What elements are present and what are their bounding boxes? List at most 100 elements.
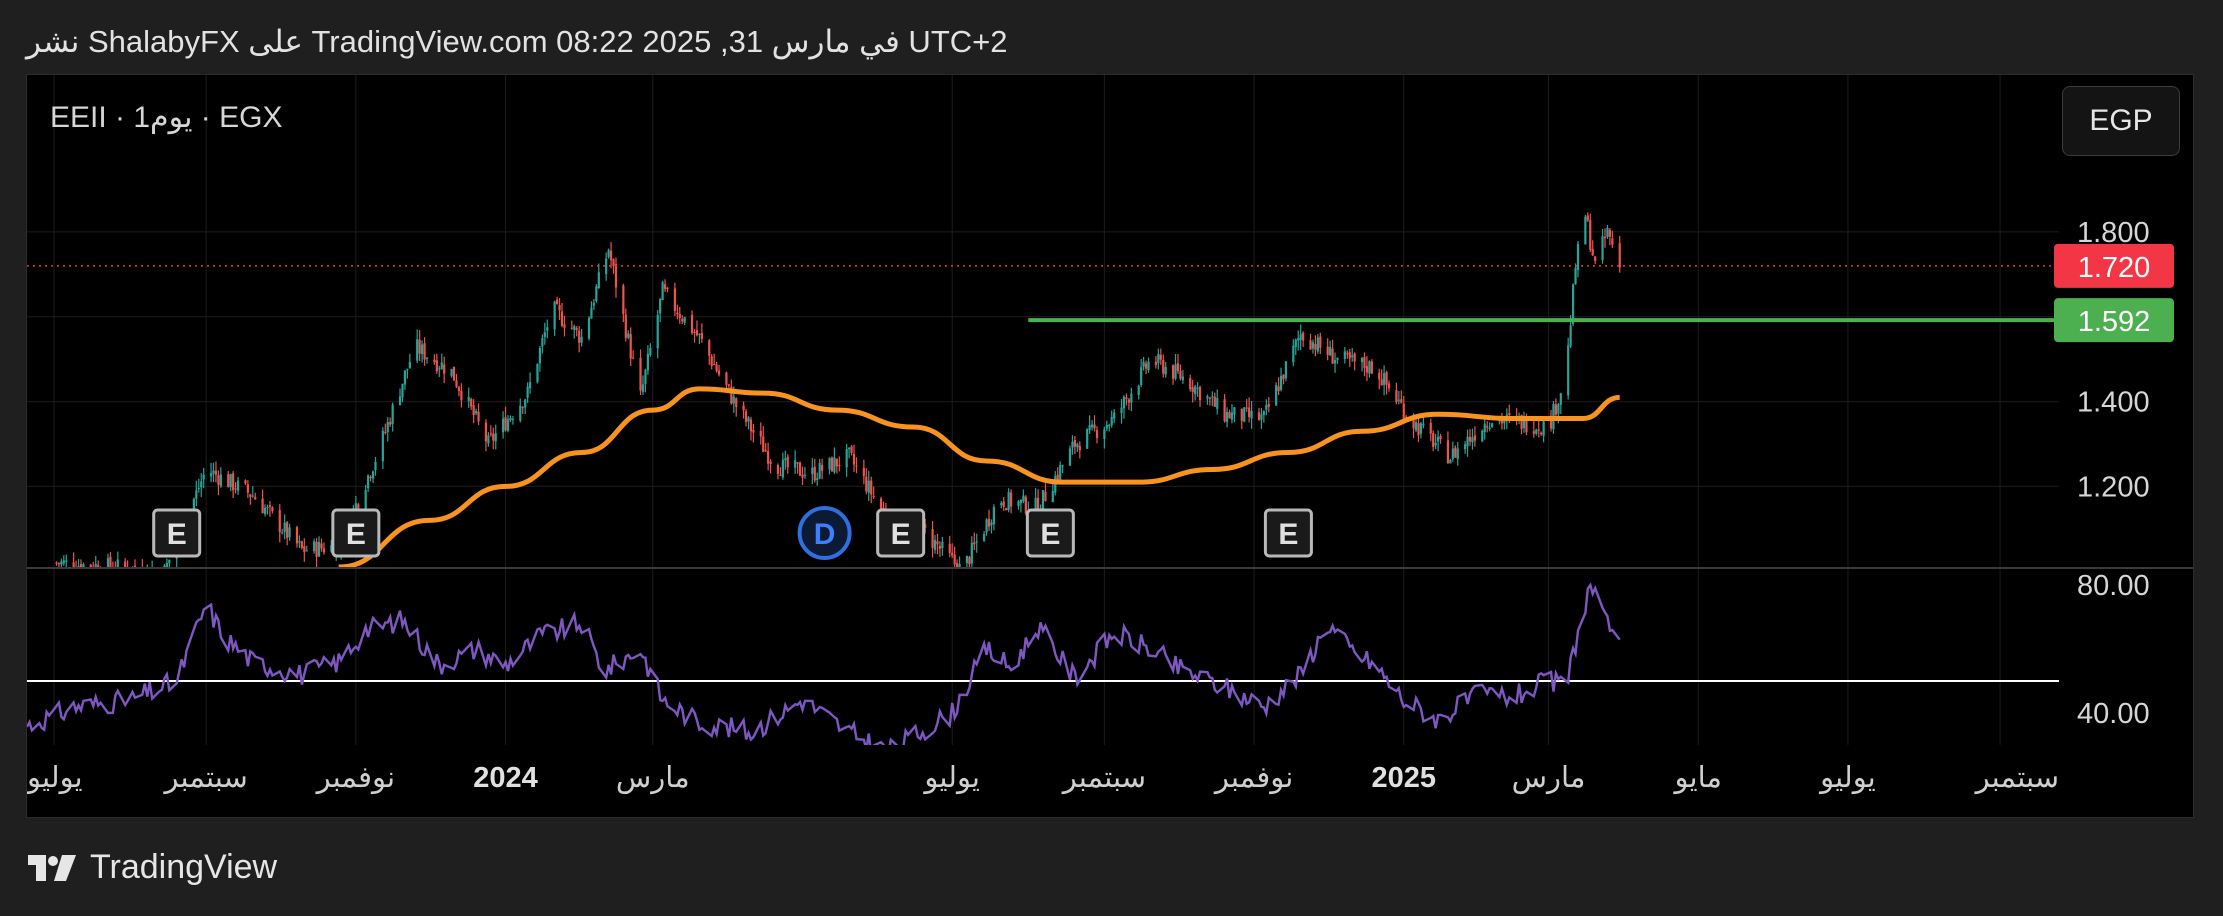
candle-body (369, 476, 372, 478)
earnings-marker[interactable]: E (1025, 508, 1075, 558)
candle (114, 561, 116, 567)
candle (1211, 391, 1214, 407)
candle (597, 263, 600, 289)
candle-body (100, 573, 102, 575)
candle-body (200, 481, 203, 488)
candle (1302, 331, 1305, 347)
candle (742, 401, 745, 419)
candle-body (700, 333, 703, 340)
candle-body (948, 544, 951, 553)
candle-body (467, 396, 470, 401)
earnings-marker[interactable]: E (876, 508, 926, 558)
candle-body (779, 474, 782, 476)
tradingview-footer[interactable]: TradingView (26, 848, 277, 887)
candle-body (698, 333, 701, 335)
candle (82, 562, 85, 567)
candle (1454, 445, 1457, 458)
candle-body (1041, 490, 1045, 511)
candle-body (1140, 367, 1143, 385)
candle (612, 258, 615, 274)
candle (987, 509, 991, 532)
candle-body (958, 564, 961, 567)
candle-body (423, 343, 426, 360)
candle-body (1586, 215, 1589, 221)
candle (1164, 361, 1167, 378)
candle (543, 322, 546, 345)
candle-body (1481, 430, 1484, 442)
candle-body (592, 302, 595, 306)
candle (288, 523, 291, 541)
candle (578, 326, 581, 353)
candle (690, 310, 694, 335)
candle-body (575, 328, 578, 330)
candle (1299, 324, 1302, 351)
candle (158, 568, 160, 577)
candle-body (1439, 436, 1442, 439)
candle-body (1113, 412, 1116, 419)
candle-body (725, 372, 728, 385)
price-badge-label: 1.592 (2078, 306, 2151, 338)
candle-body (75, 571, 77, 572)
candle (408, 353, 411, 369)
candle (710, 354, 713, 370)
candle-body (614, 264, 618, 288)
candle (1142, 356, 1145, 371)
candle (1179, 364, 1182, 381)
candle (1488, 422, 1491, 432)
candle (715, 361, 718, 373)
candle (232, 470, 235, 499)
candle-body (1137, 385, 1140, 396)
candle-body (1279, 375, 1283, 390)
candle (958, 556, 961, 567)
candle-body (1326, 346, 1329, 356)
chart-frame[interactable]: يوليو سبتمبر نوفمبر 2024 مارس يوليو سبتمبر نوفم… (26, 74, 2194, 818)
candle-body (641, 384, 645, 392)
candle (938, 541, 942, 557)
candle (197, 478, 200, 493)
candle (1491, 422, 1494, 429)
candle-body (305, 550, 308, 552)
candle (573, 324, 576, 339)
earnings-marker[interactable]: E (331, 508, 381, 558)
candle-body (693, 332, 696, 334)
earnings-marker[interactable]: E (1263, 508, 1313, 558)
candle-body (1051, 491, 1054, 503)
currency-button[interactable]: EGP (2062, 86, 2180, 156)
chart-canvas[interactable]: يوليو سبتمبر نوفمبر 2024 مارس يوليو سبتمبر نوفم… (27, 75, 2193, 817)
candle-body (151, 570, 153, 575)
candle (1076, 442, 1079, 453)
candle-body (543, 332, 546, 338)
candle (511, 415, 515, 425)
tradingview-logo-icon (28, 854, 76, 881)
candle-body (320, 543, 323, 549)
candle-body (470, 399, 473, 407)
candle-body (452, 366, 456, 381)
candle (317, 536, 321, 557)
candle (867, 470, 870, 501)
candle (1314, 335, 1317, 357)
candle-body (1120, 407, 1123, 414)
candle (801, 466, 804, 486)
candle (149, 568, 151, 577)
candle-body (72, 562, 75, 567)
price-axis-badge: 1.720 (2054, 243, 2174, 288)
earnings-marker[interactable]: E (152, 508, 202, 558)
candle (695, 320, 699, 337)
candle-body (322, 548, 326, 553)
candle (1532, 421, 1535, 438)
candle-body (521, 407, 524, 409)
candle-body (762, 436, 765, 452)
candle-body (1574, 267, 1577, 285)
candle (641, 375, 645, 395)
candle-body (666, 287, 669, 289)
candle-body (1346, 353, 1349, 355)
candle-body (391, 404, 394, 424)
candle-body (595, 286, 598, 302)
candle-body (1368, 361, 1371, 374)
candle (391, 402, 394, 432)
candle-body (683, 317, 686, 323)
candle-body (796, 462, 799, 464)
candle (1589, 213, 1592, 253)
candle-body (1353, 353, 1356, 362)
dividend-marker[interactable]: D (797, 506, 852, 560)
